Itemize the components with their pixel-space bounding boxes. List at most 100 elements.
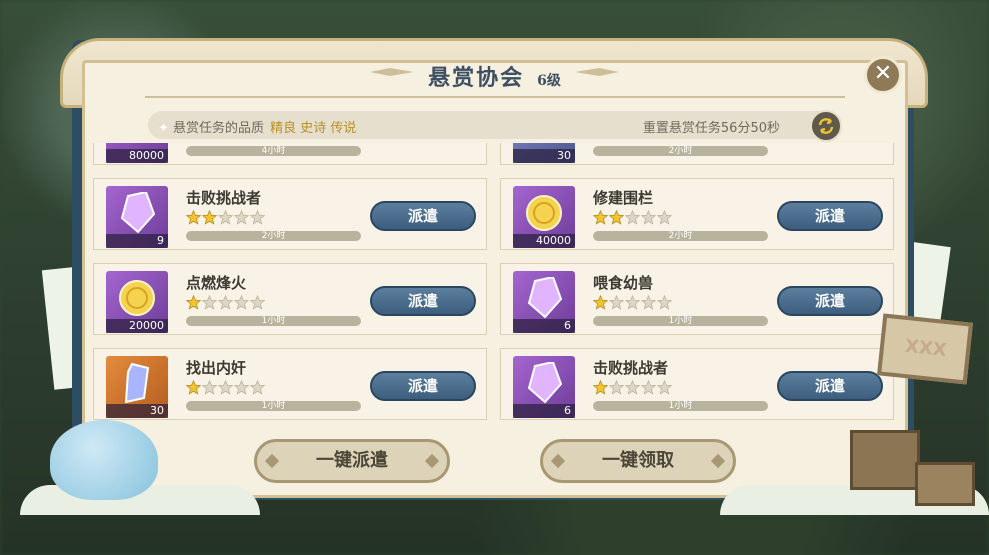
reward-count: 80000 (106, 149, 168, 163)
star-empty-icon (625, 295, 640, 310)
star-empty-icon (218, 295, 233, 310)
duration-bar: 1小时 (186, 401, 361, 411)
refresh-icon (818, 118, 834, 134)
blue-shard-icon: 30 (106, 356, 168, 418)
task-card: 30 找出内奸 1小时 派遣 (93, 348, 487, 420)
star-empty-icon (625, 380, 640, 395)
dispatch-button[interactable]: 派遣 (370, 201, 476, 231)
star-empty-icon (609, 380, 624, 395)
star-empty-icon (625, 210, 640, 225)
star-rating (593, 295, 673, 310)
star-empty-icon (609, 295, 624, 310)
reward-count: 20000 (106, 319, 168, 333)
close-icon: ✕ (873, 61, 893, 86)
star-empty-icon (641, 380, 656, 395)
dispatch-button[interactable]: 派遣 (777, 201, 883, 231)
star-rating (186, 210, 266, 225)
refresh-button[interactable] (810, 110, 842, 142)
task-name: 击败挑战者 (593, 359, 669, 377)
star-empty-icon (234, 380, 249, 395)
dispatch-button[interactable]: 派遣 (370, 286, 476, 316)
crate-decoration (850, 430, 920, 490)
duration-bar: 1小时 (593, 401, 768, 411)
star-rating (186, 380, 266, 395)
reward-count: 6 (513, 404, 575, 418)
star-empty-icon (641, 210, 656, 225)
diamond-ornament-icon (710, 453, 726, 469)
star-empty-icon (202, 295, 217, 310)
duration-bar: 1小时 (593, 316, 768, 326)
diamond-ornament-icon (264, 453, 280, 469)
star-empty-icon (218, 380, 233, 395)
task-name: 点燃烽火 (186, 274, 247, 292)
task-name: 修建围栏 (593, 189, 654, 207)
duration-bar: 2小时 (593, 231, 768, 241)
diamond-ornament-icon (550, 453, 566, 469)
title-area: 悬赏协会 6级 (0, 60, 989, 92)
star-filled-icon (202, 210, 217, 225)
star-empty-icon (657, 210, 672, 225)
star-filled-icon (186, 210, 201, 225)
task-list[interactable]: 80000 4小时 30 2小时 9 击败挑战者 2小时 派遣 40000 修建… (93, 143, 897, 425)
quality-info: ✦ 悬赏任务的品质 精良 史诗 传说 (158, 117, 356, 136)
dispatch-button[interactable]: 派遣 (370, 371, 476, 401)
task-card: 9 击败挑战者 2小时 派遣 (93, 178, 487, 250)
star-empty-icon (250, 380, 265, 395)
star-filled-icon (186, 380, 201, 395)
info-bar: ✦ 悬赏任务的品质 精良 史诗 传说 重置悬赏任务56分50秒 (148, 111, 838, 139)
star-filled-icon (186, 295, 201, 310)
task-name: 击败挑战者 (186, 189, 262, 207)
task-card: 6 击败挑战者 1小时 派遣 (500, 348, 894, 420)
duration-bar: 2小时 (593, 146, 768, 156)
close-button[interactable]: ✕ (864, 56, 902, 94)
star-empty-icon (657, 380, 672, 395)
task-card: 6 喂食幼兽 1小时 派遣 (500, 263, 894, 335)
star-filled-icon (593, 210, 608, 225)
purple-crystal-icon: 9 (106, 186, 168, 248)
claim-all-button[interactable]: 一键领取 (540, 439, 736, 483)
purple-crystal-icon: 6 (513, 271, 575, 333)
task-name: 找出内奸 (186, 359, 247, 377)
dispatch-button[interactable]: 派遣 (777, 371, 883, 401)
duration-bar: 2小时 (186, 231, 361, 241)
star-empty-icon (250, 210, 265, 225)
task-card-partial: 80000 4小时 (93, 143, 487, 165)
duration-bar: 4小时 (186, 146, 361, 156)
star-filled-icon (593, 295, 608, 310)
diamond-ornament-icon (424, 453, 440, 469)
dispatch-button[interactable]: 派遣 (777, 286, 883, 316)
quality-values: 精良 史诗 传说 (270, 121, 357, 136)
task-card: 40000 修建围栏 2小时 派遣 (500, 178, 894, 250)
star-rating (186, 295, 266, 310)
dispatch-all-button[interactable]: 一键派遣 (254, 439, 450, 483)
blue-shard-icon: 30 (513, 143, 575, 163)
reward-count: 30 (106, 404, 168, 418)
reward-count: 30 (513, 149, 575, 163)
star-filled-icon (593, 380, 608, 395)
crate-decoration (915, 462, 975, 506)
star-rating (593, 380, 673, 395)
header-divider (145, 96, 845, 98)
star-filled-icon (609, 210, 624, 225)
star-empty-icon (641, 295, 656, 310)
claim-all-label: 一键领取 (602, 450, 674, 471)
dispatch-all-label: 一键派遣 (316, 450, 388, 471)
reward-count: 6 (513, 319, 575, 333)
slime-mascot-icon (50, 420, 158, 500)
gold-coin-icon: 40000 (513, 186, 575, 248)
task-name: 喂食幼兽 (593, 274, 654, 292)
reward-count: 9 (106, 234, 168, 248)
reward-count: 40000 (513, 234, 575, 248)
quality-label: 悬赏任务的品质 (173, 121, 265, 136)
page-title: 悬赏协会 (428, 65, 525, 91)
sparkle-icon: ✦ (158, 121, 169, 136)
reset-timer: 重置悬赏任务56分50秒 (642, 121, 780, 136)
purple-crystal-icon: 6 (513, 356, 575, 418)
star-empty-icon (250, 295, 265, 310)
sign-text: XXX (904, 335, 948, 362)
task-card-partial: 30 2小时 (500, 143, 894, 165)
star-empty-icon (234, 210, 249, 225)
guild-level: 6级 (537, 73, 561, 89)
star-rating (593, 210, 673, 225)
star-empty-icon (218, 210, 233, 225)
